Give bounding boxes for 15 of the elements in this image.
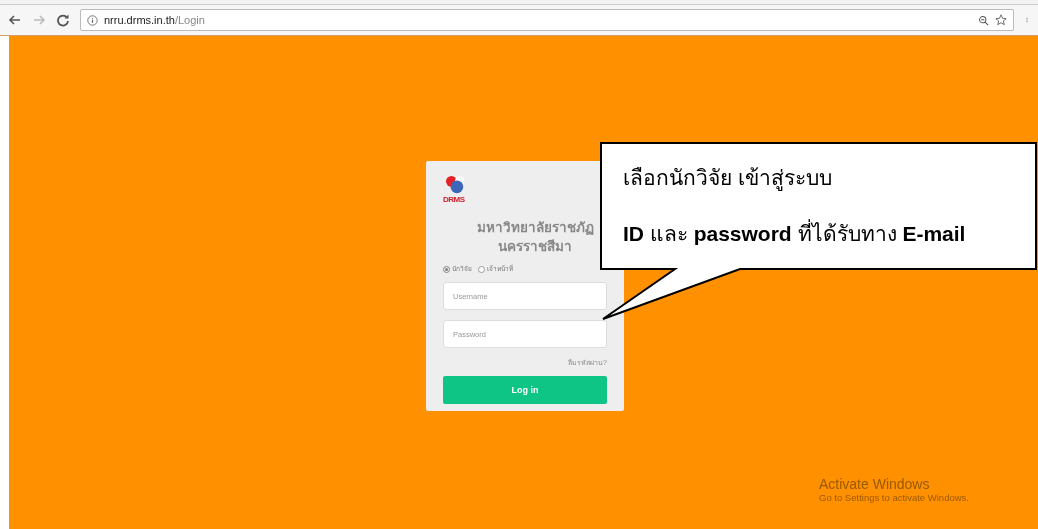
zoom-icon[interactable] bbox=[978, 14, 989, 26]
info-icon[interactable] bbox=[87, 14, 98, 26]
url-path: /Login bbox=[174, 14, 205, 26]
address-bar[interactable]: nrru.drms.in.th/Login bbox=[80, 9, 1014, 31]
activation-title: Activate Windows bbox=[819, 476, 931, 492]
back-icon[interactable] bbox=[8, 13, 22, 27]
url-host: nrru.drms.in.th bbox=[104, 14, 175, 26]
logo-text: DRMS bbox=[443, 195, 465, 204]
star-icon[interactable] bbox=[995, 14, 1007, 26]
callout-text: เลือกนักวิจัย เข้าสู่ระบบ bbox=[623, 165, 833, 193]
activation-subtitle: Go to Settings to activate Windows. bbox=[819, 492, 969, 503]
callout-text: ID และ password ที่ได้รับทาง E-mail bbox=[623, 217, 1033, 250]
university-title: มหาวิทยาลัยราชภัฏ นครราชสีมา bbox=[475, 219, 595, 256]
reload-icon[interactable] bbox=[56, 13, 70, 27]
login-button[interactable]: Log in bbox=[443, 376, 607, 404]
